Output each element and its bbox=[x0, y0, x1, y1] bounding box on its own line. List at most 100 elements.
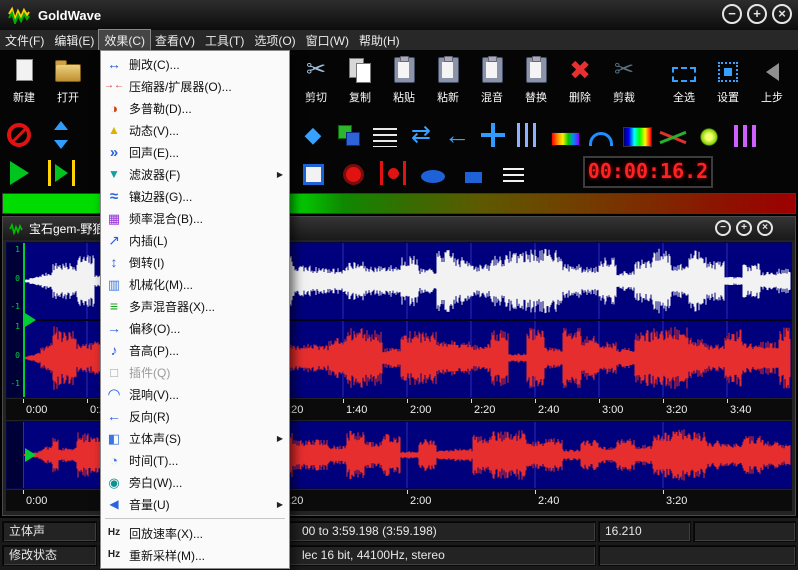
toolbar-button-set[interactable]: 设置 bbox=[706, 52, 750, 114]
effects-menu-item-offset[interactable]: →偏移(O)... bbox=[101, 317, 289, 339]
toolbar-button-copy[interactable]: 复制 bbox=[338, 52, 382, 114]
layers-icon[interactable] bbox=[334, 119, 364, 151]
effects-menu-item-interpolate[interactable]: ↗内插(L) bbox=[101, 229, 289, 251]
toolbar-button-paste[interactable]: 粘贴 bbox=[382, 52, 426, 114]
playlist-icon[interactable] bbox=[370, 119, 400, 151]
plugin-icon: □ bbox=[104, 366, 124, 379]
list-icon[interactable] bbox=[498, 157, 528, 189]
toolbar-button-cut[interactable]: ✂剪切 bbox=[294, 52, 338, 114]
timeline-tick bbox=[343, 399, 344, 403]
effects-menu-item-voice-over[interactable]: ◉旁白(W)... bbox=[101, 471, 289, 493]
toolbar-button-paste-new[interactable]: 粘新 bbox=[426, 52, 470, 114]
toolbar-button-new[interactable]: 新建 bbox=[2, 52, 46, 114]
toolbar-button-open[interactable]: 打开 bbox=[46, 52, 90, 114]
status-channel-mode[interactable]: 立体声 bbox=[2, 521, 97, 542]
menubar-item-help[interactable]: 帮助(H) bbox=[354, 30, 405, 51]
effects-menu-item-reverb[interactable]: ◠混响(V)... bbox=[101, 383, 289, 405]
toolbar-button-label: 设置 bbox=[717, 89, 739, 105]
effects-menu-item-mechanize[interactable]: ▥机械化(M)... bbox=[101, 273, 289, 295]
menubar-item-effect[interactable]: 效果(C) bbox=[99, 30, 150, 51]
effects-menu-item-flanger[interactable]: ≈镶边器(G)... bbox=[101, 185, 289, 207]
disable-icon[interactable] bbox=[4, 119, 34, 151]
record-icon[interactable] bbox=[338, 157, 368, 189]
overview-playhead-marker[interactable] bbox=[25, 448, 36, 462]
effects-menu-item-dynamics[interactable]: ▲动态(V)... bbox=[101, 119, 289, 141]
mechanize-icon: ▥ bbox=[104, 278, 124, 291]
toolbar-button-label: 删除 bbox=[569, 89, 591, 105]
paste-icon bbox=[394, 52, 415, 88]
menubar-item-options[interactable]: 选项(O) bbox=[249, 30, 300, 51]
updown-arrows-icon[interactable] bbox=[46, 119, 76, 151]
effects-menu-item-stereo[interactable]: ◧立体声(S)▶ bbox=[101, 427, 289, 449]
compass-icon[interactable]: ◆ bbox=[298, 119, 328, 151]
timeline-label: 0:00 bbox=[26, 404, 47, 416]
effects-menu-item-echo[interactable]: »回声(E)... bbox=[101, 141, 289, 163]
timeline-label: 0:00 bbox=[26, 495, 47, 507]
timeline-label: 3:20 bbox=[666, 495, 687, 507]
effects-menu-item-filter[interactable]: ▼滤波器(F)▶ bbox=[101, 163, 289, 185]
swap-icon[interactable]: ⇄ bbox=[406, 119, 436, 151]
effects-menu-item-resample[interactable]: Hz重新采样(M)... bbox=[101, 544, 289, 566]
status-marker-value[interactable]: 16.210 bbox=[598, 521, 691, 542]
close-button[interactable]: × bbox=[772, 4, 792, 24]
marker-icon[interactable] bbox=[458, 157, 488, 189]
mixer-icon: ≡ bbox=[104, 299, 124, 313]
play-selection-icon[interactable] bbox=[46, 157, 76, 189]
toolbar-button-prev[interactable]: 上步 bbox=[750, 52, 794, 114]
doc-minimize-button[interactable]: − bbox=[715, 220, 731, 236]
dome-icon[interactable] bbox=[586, 119, 616, 151]
menu-item-label: 倒转(I) bbox=[129, 254, 164, 271]
status-modify-state[interactable]: 修改状态 bbox=[2, 545, 97, 566]
status-extra-panel2 bbox=[598, 545, 796, 566]
toolbar-button-label: 新建 bbox=[13, 89, 35, 105]
play-icon[interactable] bbox=[4, 157, 34, 189]
arrow-left-icon[interactable]: ← bbox=[442, 119, 472, 151]
cut-icon: ✂ bbox=[306, 52, 326, 88]
menubar-item-window[interactable]: 窗口(W) bbox=[301, 30, 354, 51]
toolbar-button-mix[interactable]: 混音 bbox=[470, 52, 514, 114]
toolbar-button-replace[interactable]: 替换 bbox=[514, 52, 558, 114]
timeline-label: 2:20 bbox=[474, 404, 495, 416]
record-selection-icon[interactable] bbox=[378, 157, 408, 189]
menubar-item-tool[interactable]: 工具(T) bbox=[200, 30, 249, 51]
effects-menu-item-pitch[interactable]: ♪音高(P)... bbox=[101, 339, 289, 361]
effects-menu-item-reverse[interactable]: ←反向(R) bbox=[101, 405, 289, 427]
spectrum-icon[interactable] bbox=[622, 119, 652, 151]
minimize-button[interactable]: − bbox=[722, 4, 742, 24]
timeline-tick bbox=[87, 399, 88, 403]
timeline-tick bbox=[663, 399, 664, 403]
effects-menu-item-mixer[interactable]: ≡多声混音器(X)... bbox=[101, 295, 289, 317]
rainbow-icon[interactable] bbox=[550, 119, 580, 151]
effects-menu-item-doppler[interactable]: ◑多普勒(D)... bbox=[101, 97, 289, 119]
meter-bars-icon[interactable] bbox=[730, 119, 760, 151]
move-icon[interactable] bbox=[478, 119, 508, 151]
maximize-button[interactable]: + bbox=[747, 4, 767, 24]
crossfade-icon[interactable] bbox=[658, 119, 688, 151]
effects-menu-item-compressor-expander[interactable]: →←压缩器/扩展器(O)... bbox=[101, 75, 289, 97]
select-all-icon bbox=[672, 52, 696, 88]
menubar-item-view[interactable]: 查看(V) bbox=[150, 30, 200, 51]
menu-item-label: 多普勒(D)... bbox=[129, 100, 192, 117]
doc-close-button[interactable]: × bbox=[757, 220, 773, 236]
toolbar-button-label: 复制 bbox=[349, 89, 371, 105]
spark-icon[interactable] bbox=[694, 119, 724, 151]
toolbar-button-trim[interactable]: ✂剪裁 bbox=[602, 52, 646, 114]
amplitude-axis: 10-110-1 bbox=[7, 243, 24, 397]
eq-sliders-icon[interactable] bbox=[514, 119, 544, 151]
effects-menu-item-volume[interactable]: ◀音量(U)▶ bbox=[101, 493, 289, 515]
oval-icon[interactable] bbox=[418, 157, 448, 189]
effects-menu-item-plugin[interactable]: □插件(Q) bbox=[101, 361, 289, 383]
toolbar-button-select-all[interactable]: 全选 bbox=[662, 52, 706, 114]
doc-maximize-button[interactable]: + bbox=[736, 220, 752, 236]
stop-icon[interactable] bbox=[298, 157, 328, 189]
menubar-item-file[interactable]: 文件(F) bbox=[0, 30, 49, 51]
playhead-marker[interactable] bbox=[25, 313, 36, 327]
effects-menu-item-frequency-blend[interactable]: ▦频率混合(B)... bbox=[101, 207, 289, 229]
effects-menu-item-invert[interactable]: ↕倒转(I) bbox=[101, 251, 289, 273]
toolbar-group-file: 新建打开 bbox=[2, 52, 90, 114]
effects-menu-item-censor[interactable]: ↔删改(C)... bbox=[101, 53, 289, 75]
effects-menu-item-playback-rate[interactable]: Hz回放速率(X)... bbox=[101, 522, 289, 544]
toolbar-button-delete[interactable]: ✖删除 bbox=[558, 52, 602, 114]
effects-menu-item-time[interactable]: ◔时间(T)... bbox=[101, 449, 289, 471]
menubar-item-edit[interactable]: 编辑(E) bbox=[49, 30, 99, 51]
